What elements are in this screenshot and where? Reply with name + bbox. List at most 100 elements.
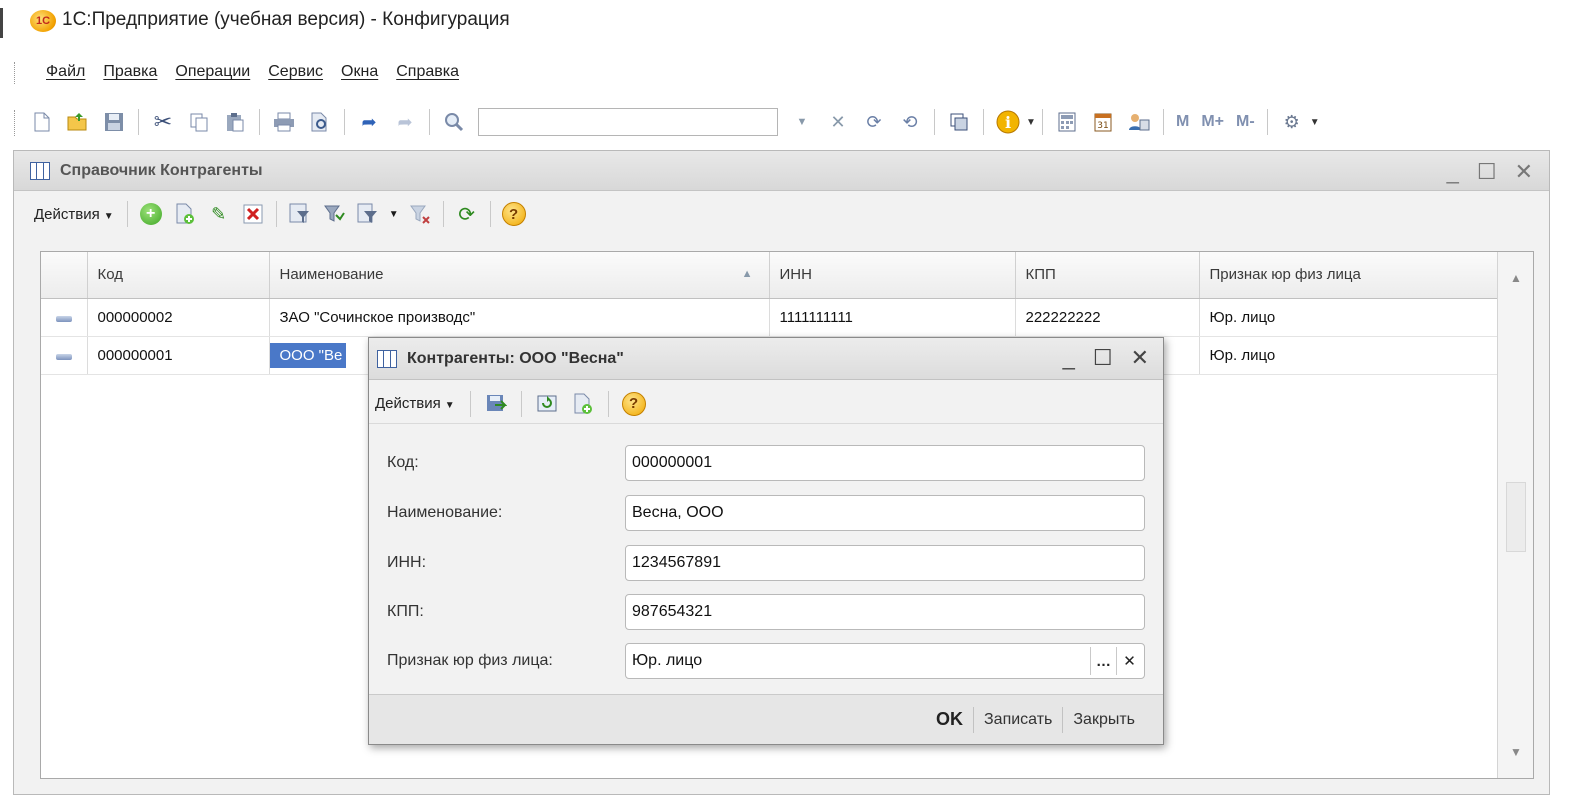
add-icon[interactable]: + bbox=[137, 200, 165, 228]
dialog-window-icon bbox=[377, 349, 397, 368]
find-prev-icon[interactable]: ⟲ bbox=[898, 110, 922, 134]
cell-type[interactable]: Юр. лицо bbox=[1199, 298, 1498, 337]
column-header-name[interactable]: Наименование ▲ bbox=[269, 252, 770, 299]
cell-inn[interactable]: 1111111111 bbox=[769, 298, 1016, 337]
paste-icon[interactable] bbox=[223, 110, 247, 134]
filter-by-value-icon[interactable] bbox=[286, 200, 314, 228]
maximize-button[interactable]: ☐ bbox=[1477, 159, 1497, 185]
copy-item-icon[interactable] bbox=[569, 390, 597, 418]
close-dialog-button[interactable]: Закрыть bbox=[1063, 711, 1145, 729]
cell-type[interactable]: Юр. лицо bbox=[1199, 336, 1498, 375]
menu-service[interactable]: Сервис bbox=[268, 63, 323, 81]
toolbar-separator bbox=[1042, 109, 1043, 135]
scroll-thumb[interactable] bbox=[1506, 482, 1526, 552]
filter-dropdown-icon[interactable]: ▼ bbox=[388, 200, 400, 228]
save-button[interactable]: Записать bbox=[974, 711, 1062, 729]
info-icon[interactable]: i bbox=[996, 110, 1020, 134]
menu-help[interactable]: Справка bbox=[396, 63, 459, 81]
cut-icon[interactable]: ✂ bbox=[151, 109, 175, 134]
search-icon[interactable] bbox=[442, 110, 466, 134]
cell-name[interactable]: ЗАО "Сочинское производс" bbox=[269, 298, 770, 337]
dialog-actions-menu[interactable]: Действия ▼ bbox=[375, 395, 455, 412]
inn-field[interactable]: 1234567891 bbox=[625, 545, 1145, 581]
toolbar-separator bbox=[489, 201, 491, 227]
kpp-field[interactable]: 987654321 bbox=[625, 594, 1145, 630]
help-icon[interactable]: ? bbox=[620, 390, 648, 418]
marker-header[interactable] bbox=[41, 252, 88, 299]
window-icon[interactable] bbox=[947, 110, 971, 134]
close-button[interactable]: ✕ bbox=[1515, 159, 1533, 185]
edit-icon[interactable]: ✎ bbox=[205, 200, 233, 228]
new-document-icon[interactable] bbox=[30, 110, 54, 134]
users-icon[interactable] bbox=[1127, 110, 1151, 134]
menu-edit[interactable]: Правка bbox=[103, 63, 157, 81]
ok-button[interactable]: OK bbox=[926, 709, 973, 730]
settings-icon[interactable]: ⚙ bbox=[1280, 110, 1304, 134]
print-preview-icon[interactable] bbox=[308, 110, 332, 134]
filter-list-icon[interactable] bbox=[354, 200, 382, 228]
memory-plus-button[interactable]: M+ bbox=[1201, 113, 1224, 131]
select-choose-button[interactable]: … bbox=[1090, 647, 1116, 675]
dialog-minimize-button[interactable]: _ bbox=[1063, 345, 1075, 371]
dialog-action-bar: Действия ▼ ? bbox=[369, 384, 1163, 424]
column-header-kpp[interactable]: КПП bbox=[1015, 252, 1200, 299]
delete-icon[interactable] bbox=[239, 200, 267, 228]
clear-search-icon[interactable]: ✕ bbox=[826, 110, 850, 134]
search-input[interactable] bbox=[478, 108, 778, 136]
vertical-scrollbar[interactable]: ▲ ▼ bbox=[1497, 252, 1533, 778]
reread-icon[interactable] bbox=[533, 390, 561, 418]
table-row[interactable]: 000000002 ЗАО "Сочинское производс" 1111… bbox=[41, 298, 1498, 337]
toolbar-separator bbox=[259, 109, 260, 135]
column-header-inn[interactable]: ИНН bbox=[769, 252, 1016, 299]
memory-button[interactable]: M bbox=[1176, 113, 1189, 131]
menu-file[interactable]: Файл bbox=[46, 63, 85, 81]
dialog-close-button[interactable]: ✕ bbox=[1131, 345, 1149, 371]
toolbar-grip[interactable] bbox=[14, 110, 17, 136]
save-icon[interactable] bbox=[102, 110, 126, 134]
scroll-down-icon[interactable]: ▼ bbox=[1498, 734, 1534, 770]
print-icon[interactable] bbox=[272, 110, 296, 134]
column-header-name-label: Наименование bbox=[279, 266, 384, 284]
open-icon[interactable] bbox=[66, 110, 90, 134]
help-icon[interactable]: ? bbox=[500, 200, 528, 228]
menu-windows[interactable]: Окна bbox=[341, 63, 378, 81]
calendar-icon[interactable]: 31 bbox=[1091, 110, 1115, 134]
main-menu: Файл Правка Операции Сервис Окна Справка bbox=[0, 56, 1589, 88]
code-field[interactable]: 000000001 bbox=[625, 445, 1145, 481]
dropdown-arrow-icon[interactable]: ▼ bbox=[790, 110, 814, 134]
selected-cell-text[interactable]: ООО "Ве bbox=[269, 342, 347, 368]
select-clear-button[interactable]: ✕ bbox=[1116, 647, 1142, 675]
name-field[interactable]: Весна, ООО bbox=[625, 495, 1145, 531]
refresh-icon[interactable]: ⟳ bbox=[453, 200, 481, 228]
cell-code[interactable]: 000000001 bbox=[87, 336, 270, 375]
copy-item-icon[interactable] bbox=[171, 200, 199, 228]
toolbar-separator bbox=[429, 109, 430, 135]
column-header-code[interactable]: Код bbox=[87, 252, 270, 299]
scroll-up-icon[interactable]: ▲ bbox=[1498, 260, 1534, 296]
dialog-maximize-button[interactable]: ☐ bbox=[1093, 345, 1113, 371]
memory-minus-button[interactable]: M- bbox=[1236, 113, 1255, 131]
type-select-field[interactable]: Юр. лицо … ✕ bbox=[625, 643, 1145, 679]
catalog-action-bar: Действия ▼ + ✎ ▼ ⟳ ? bbox=[14, 193, 1549, 235]
dialog-footer: OK Записать Закрыть bbox=[369, 694, 1163, 744]
forward-icon[interactable]: ➦ bbox=[393, 110, 417, 134]
save-and-close-icon[interactable] bbox=[482, 390, 510, 418]
settings-dropdown-icon[interactable]: ▼ bbox=[1310, 110, 1320, 134]
actions-menu[interactable]: Действия ▼ bbox=[34, 206, 114, 223]
chevron-down-icon: ▼ bbox=[444, 400, 455, 411]
calculator-icon[interactable] bbox=[1055, 110, 1079, 134]
menu-operations[interactable]: Операции bbox=[175, 63, 250, 81]
copy-icon[interactable] bbox=[187, 110, 211, 134]
menu-grip[interactable] bbox=[14, 62, 17, 84]
clear-filter-icon[interactable] bbox=[406, 200, 434, 228]
back-icon[interactable]: ➦ bbox=[357, 110, 381, 134]
inn-label: ИНН: bbox=[387, 554, 427, 571]
minimize-button[interactable]: _ bbox=[1447, 159, 1459, 185]
info-dropdown-icon[interactable]: ▼ bbox=[1026, 110, 1036, 134]
filter-icon[interactable] bbox=[320, 200, 348, 228]
find-next-icon[interactable]: ⟳ bbox=[862, 110, 886, 134]
column-header-type[interactable]: Признак юр физ лица bbox=[1199, 252, 1498, 299]
dialog-actions-label: Действия bbox=[375, 395, 441, 412]
cell-code[interactable]: 000000002 bbox=[87, 298, 270, 337]
cell-kpp[interactable]: 222222222 bbox=[1015, 298, 1200, 337]
